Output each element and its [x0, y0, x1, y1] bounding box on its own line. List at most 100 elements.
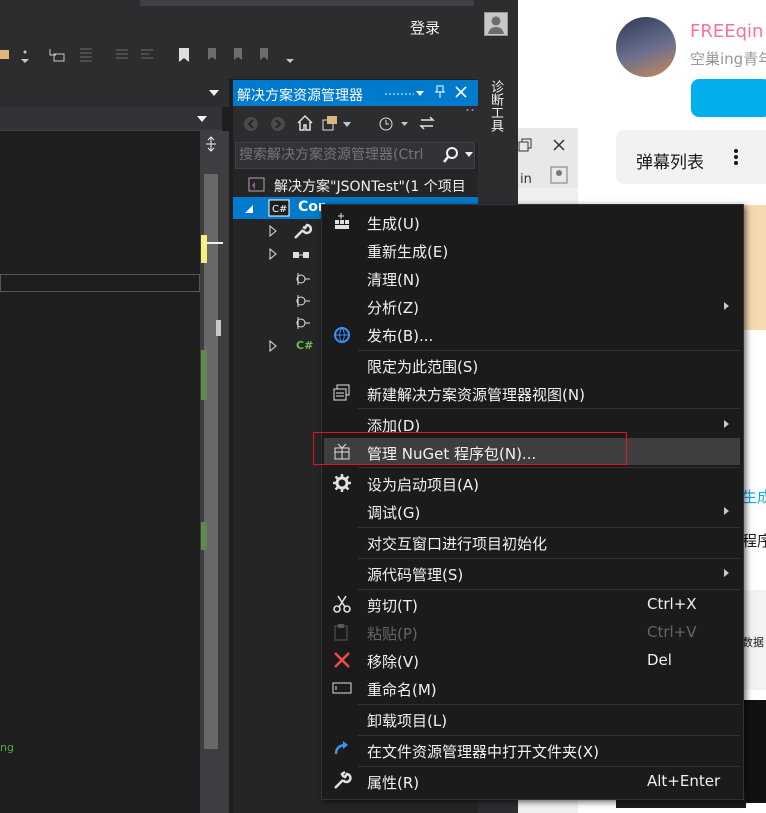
close-icon[interactable]	[552, 138, 566, 152]
shortcut-properties: Alt+Enter	[647, 772, 721, 790]
solution-icon	[248, 177, 266, 193]
menu-item-publish[interactable]: 发布(B)...	[367, 325, 433, 346]
shortcut-cut: Ctrl+X	[647, 595, 697, 613]
follow-button[interactable]	[691, 79, 766, 117]
video-thumbnail[interactable]	[742, 700, 766, 803]
menu-item-analyze[interactable]: 分析(Z)	[367, 297, 419, 318]
menu-separator	[358, 766, 740, 767]
expand-arrow-icon[interactable]	[268, 248, 278, 260]
menu-item-paste[interactable]: 粘贴(P)	[367, 623, 418, 644]
menu-separator	[358, 735, 740, 736]
editor-tab-strip	[0, 79, 229, 107]
publish-globe-icon	[332, 325, 352, 345]
menu-separator	[358, 558, 740, 559]
forward-icon[interactable]	[270, 116, 286, 132]
references-icon	[292, 248, 312, 262]
csharp-project-icon: C#	[268, 199, 290, 217]
submenu-arrow-icon	[724, 507, 729, 515]
menu-item-open-in-explorer[interactable]: 在文件资源管理器中打开文件夹(X)	[367, 741, 599, 762]
toolbar-overflow-dots[interactable]	[465, 108, 475, 112]
scroll-marker	[201, 235, 207, 263]
tab-dropdown-icon[interactable]	[208, 89, 220, 97]
expand-arrow-icon[interactable]	[268, 225, 278, 237]
new-view-icon	[332, 383, 352, 403]
menu-item-new-explorer-view[interactable]: 新建解决方案资源管理器视图(N)	[367, 384, 585, 405]
menu-item-unload-project[interactable]: 卸载项目(L)	[367, 710, 447, 731]
gear-icon	[332, 473, 352, 493]
video-thumbnail[interactable]	[742, 205, 766, 330]
menu-separator	[358, 527, 740, 528]
expand-arrow-icon[interactable]	[268, 340, 278, 352]
thumbnail-caption: 数据	[742, 636, 764, 649]
account-avatar-icon[interactable]	[484, 12, 508, 36]
recommend-snippet[interactable]: 生成	[742, 486, 766, 507]
prev-bookmark-icon[interactable]	[204, 47, 222, 63]
comment-icon[interactable]	[113, 47, 131, 63]
window-position-icon[interactable]	[414, 87, 426, 99]
restore-icon[interactable]	[518, 138, 532, 152]
build-icon	[332, 212, 352, 232]
uncomment-icon[interactable]	[138, 47, 156, 63]
menu-item-set-startup[interactable]: 设为启动项目(A)	[367, 474, 479, 495]
menu-separator	[358, 350, 740, 351]
next-bookmark-icon[interactable]	[230, 47, 248, 63]
menu-item-source-control[interactable]: 源代码管理(S)	[367, 564, 463, 585]
bookmark-icon[interactable]	[176, 47, 192, 63]
toolbar-overflow-icon[interactable]	[284, 47, 296, 63]
uploader-name[interactable]: FREEqin	[690, 21, 763, 42]
code-editor[interactable]	[0, 131, 200, 813]
more-options-icon[interactable]	[733, 148, 739, 166]
diagnostics-tab-label[interactable]: 诊断工具	[486, 80, 504, 132]
collapse-arrow-icon[interactable]	[245, 204, 255, 214]
solution-node[interactable]: 解决方案"JSONTest"(1 个项目	[274, 176, 466, 196]
file-icon	[294, 292, 312, 310]
solution-search-input[interactable]	[239, 147, 434, 163]
menu-item-build[interactable]: 生成(U)	[367, 213, 420, 234]
login-link[interactable]: 登录	[410, 17, 440, 38]
menu-item-scope-to-this[interactable]: 限定为此范围(S)	[367, 356, 478, 377]
search-icon[interactable]	[442, 146, 460, 164]
shortcut-remove: Del	[647, 651, 672, 669]
switch-views-icon[interactable]	[322, 114, 352, 132]
folder-icon[interactable]	[0, 47, 10, 63]
menu-item-debug[interactable]: 调试(G)	[367, 502, 420, 523]
uploader-avatar[interactable]	[616, 17, 676, 77]
menu-item-interactive-init[interactable]: 对交互窗口进行项目初始化	[367, 533, 547, 554]
menu-separator	[358, 467, 740, 468]
close-icon[interactable]	[455, 86, 467, 98]
menu-item-rebuild[interactable]: 重新生成(E)	[367, 241, 448, 262]
indent-icon[interactable]	[48, 47, 66, 63]
clear-bookmarks-icon[interactable]	[256, 47, 274, 63]
title-search-box[interactable]	[140, 0, 474, 6]
submenu-arrow-icon	[724, 420, 729, 428]
pin-icon[interactable]	[434, 85, 446, 99]
code-text: ng	[0, 741, 14, 754]
highlight-annotation-box	[313, 432, 627, 465]
file-icon	[294, 270, 312, 288]
menu-item-remove[interactable]: 移除(V)	[367, 651, 419, 672]
pending-changes-filter-icon[interactable]	[377, 114, 409, 132]
menu-item-properties[interactable]: 属性(R)	[367, 772, 419, 793]
search-options-dropdown-icon[interactable]	[464, 151, 474, 159]
menu-separator	[358, 589, 740, 590]
split-handle-icon[interactable]	[204, 136, 218, 152]
submenu-arrow-icon	[724, 302, 729, 310]
rename-icon	[332, 678, 352, 698]
person-icon[interactable]	[550, 166, 568, 184]
menu-item-clean[interactable]: 清理(N)	[367, 269, 420, 290]
menu-item-cut[interactable]: 剪切(T)	[367, 595, 418, 616]
back-icon[interactable]	[243, 116, 259, 132]
sync-icon[interactable]	[418, 114, 436, 132]
scroll-marker	[201, 522, 207, 550]
linkedin-icon[interactable]: in	[520, 172, 532, 187]
svg-text:C#: C#	[272, 204, 287, 215]
nav-dropdown-icon[interactable]	[196, 115, 208, 123]
outdent-icon[interactable]	[78, 47, 96, 63]
dropdown-arrow-icon[interactable]	[18, 47, 32, 63]
menu-item-rename[interactable]: 重命名(M)	[367, 679, 437, 700]
editor-navigation-bar[interactable]	[0, 107, 222, 131]
scroll-splitter[interactable]	[216, 320, 221, 336]
home-icon[interactable]	[296, 114, 314, 132]
recommend-snippet[interactable]: 程序	[742, 530, 766, 551]
wrench-icon	[332, 771, 352, 791]
